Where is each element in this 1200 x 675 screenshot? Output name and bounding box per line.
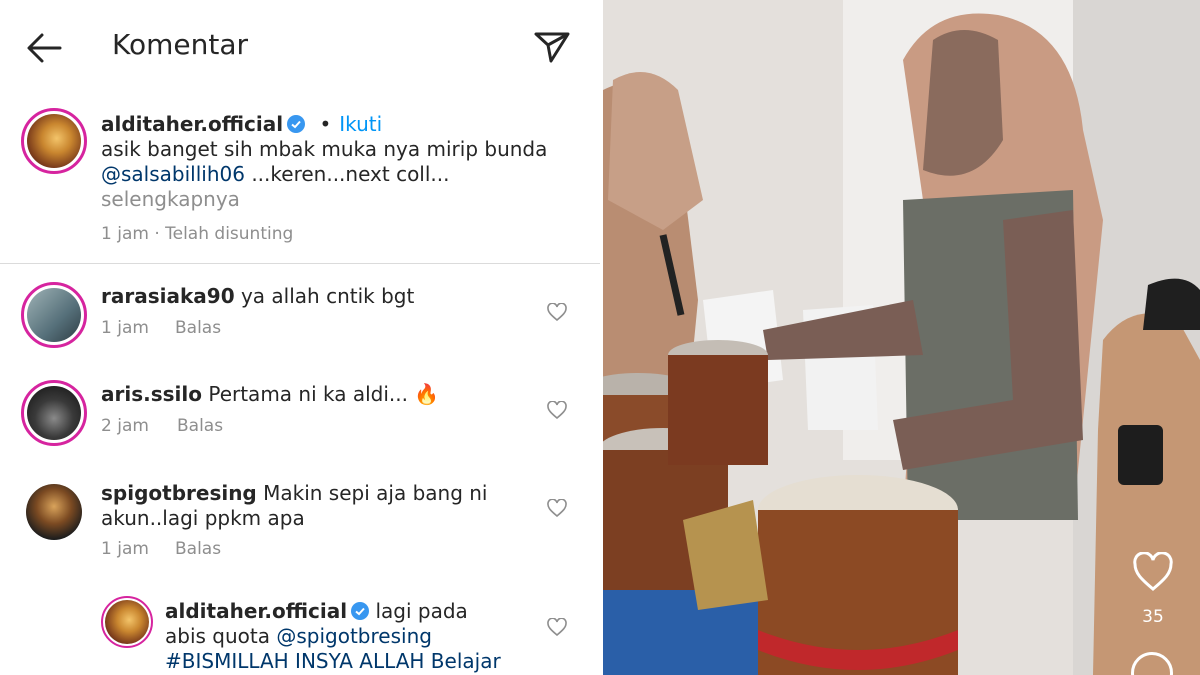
avatar[interactable] <box>21 282 87 348</box>
divider <box>0 263 600 264</box>
header-bar: Komentar <box>0 0 600 96</box>
comments-panel: Komentar alditaher.official • Ikuti asik … <box>0 0 600 675</box>
avatar[interactable] <box>26 484 82 540</box>
comment-username[interactable]: aris.ssilo <box>101 382 202 406</box>
video-frame[interactable]: 35 <box>603 0 1200 675</box>
verified-badge-icon <box>287 115 306 133</box>
avatar[interactable] <box>21 380 87 446</box>
comment-username[interactable]: spigotbresing <box>101 481 257 505</box>
reply-hashtag[interactable]: #BISMILLAH INSYA ALLAH Belajar BACA A <box>165 649 501 675</box>
comment-time: 1 jam <box>101 539 149 559</box>
heart-icon[interactable] <box>547 401 567 419</box>
comment-time: 2 jam <box>101 416 149 436</box>
dot-separator: • <box>319 112 332 136</box>
reply-text: alditaher.official lagi pada abis quota … <box>165 599 515 675</box>
reply-avatar[interactable] <box>101 596 153 648</box>
reply-button[interactable]: Balas <box>175 318 221 338</box>
heart-icon[interactable] <box>547 499 567 517</box>
comment-text: aris.ssilo Pertama ni ka aldi... 🔥 <box>101 382 521 407</box>
comment-text: rarasiaka90 ya allah cntik bgt <box>101 284 521 309</box>
like-heart-icon[interactable] <box>1132 552 1174 592</box>
more-link[interactable]: selengkapnya <box>101 187 240 211</box>
caption-avatar[interactable] <box>21 108 87 174</box>
back-arrow-icon[interactable] <box>24 30 64 66</box>
page-title: Komentar <box>112 28 248 61</box>
comment-body: ya allah cntik bgt <box>240 284 415 308</box>
heart-icon[interactable] <box>547 618 567 636</box>
heart-icon[interactable] <box>547 303 567 321</box>
like-count: 35 <box>1142 607 1164 627</box>
reply-username[interactable]: alditaher.official <box>165 599 347 623</box>
follow-button[interactable]: Ikuti <box>339 112 382 136</box>
comment-time: 1 jam <box>101 318 149 338</box>
reply-mention[interactable]: @spigotbresing <box>276 624 432 648</box>
comment-body: Pertama ni ka aldi... 🔥 <box>208 382 440 406</box>
video-scene <box>603 0 1200 675</box>
reply-button[interactable]: Balas <box>177 416 223 436</box>
send-icon[interactable] <box>533 28 571 66</box>
caption-meta: 1 jam · Telah disunting <box>101 224 294 244</box>
comment-text: spigotbresing Makin sepi aja bang ni aku… <box>101 481 521 531</box>
caption-block: alditaher.official • Ikuti asik banget si… <box>101 112 571 212</box>
caption-text-before: asik banget sih mbak muka nya mirip bund… <box>101 137 548 161</box>
verified-badge-icon <box>351 602 370 620</box>
caption-username[interactable]: alditaher.official <box>101 112 283 136</box>
comment-username[interactable]: rarasiaka90 <box>101 284 235 308</box>
reply-button[interactable]: Balas <box>175 539 221 559</box>
caption-text-after: ...keren...next coll... <box>244 162 450 186</box>
caption-mention[interactable]: @salsabillih06 <box>101 162 245 186</box>
